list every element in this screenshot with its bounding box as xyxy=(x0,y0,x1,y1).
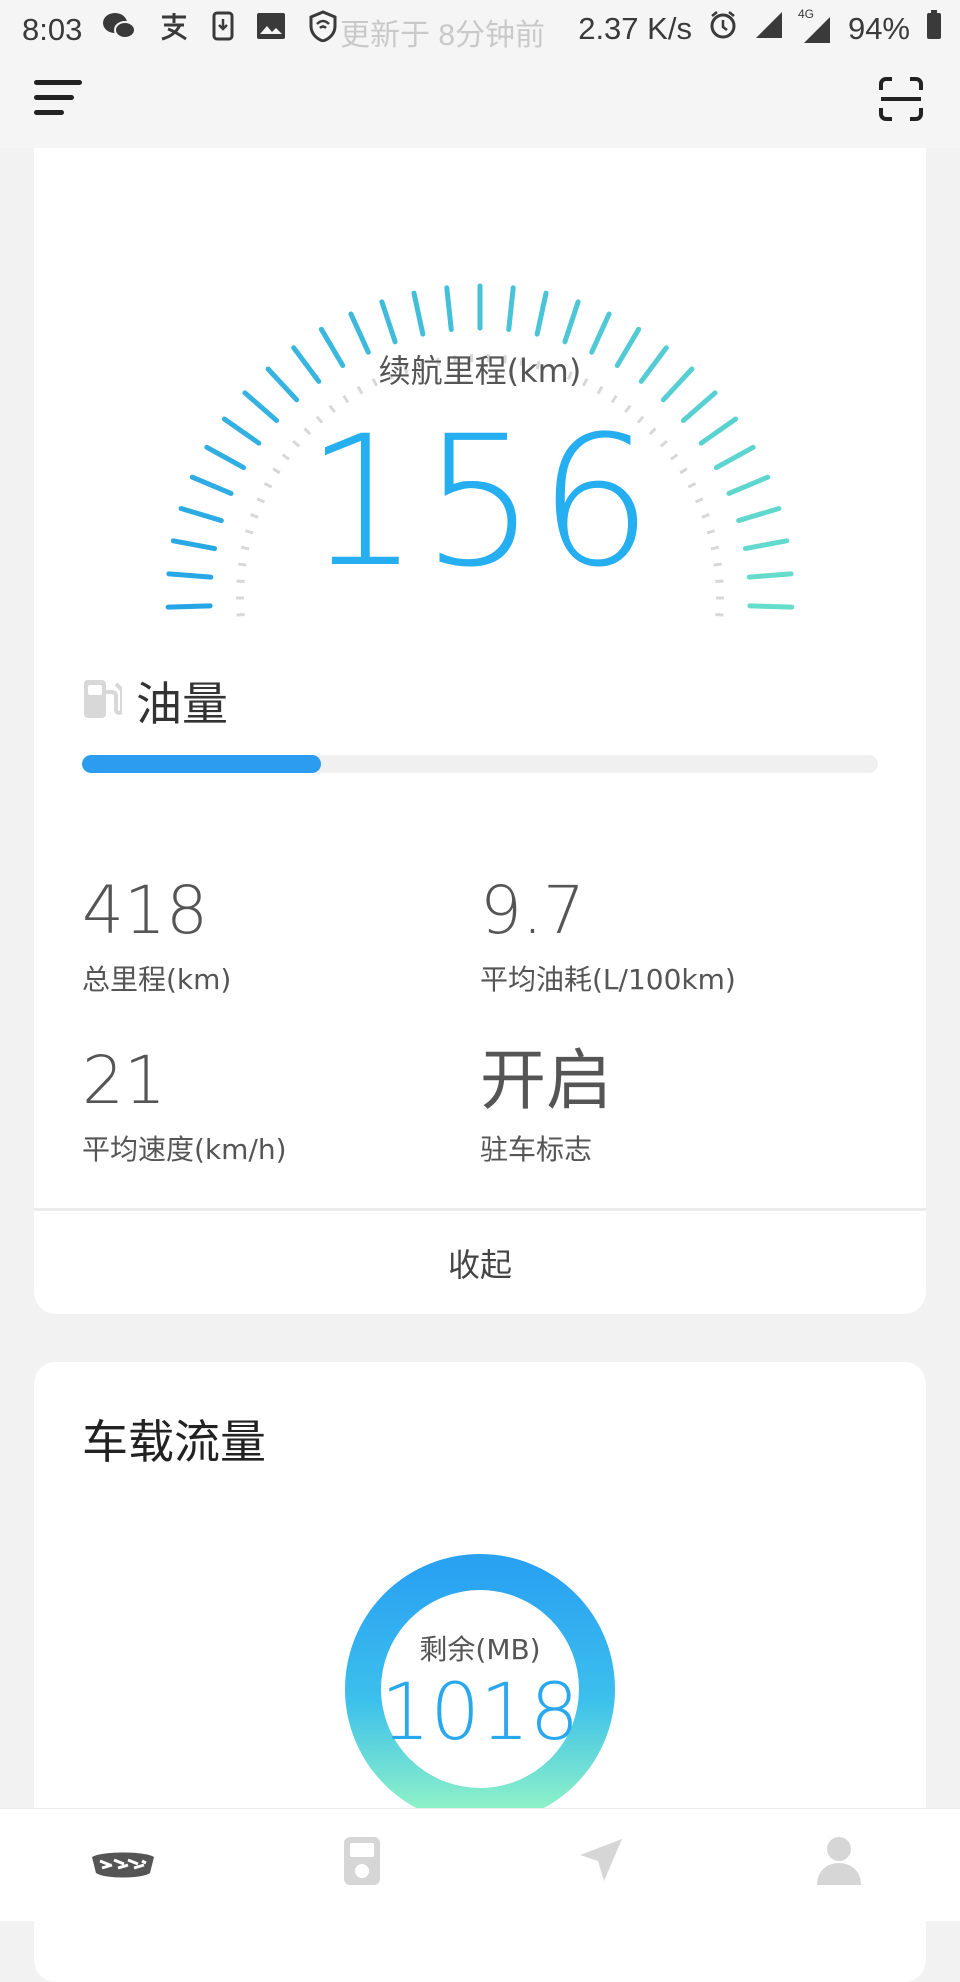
navigation-arrow-icon xyxy=(576,1835,626,1885)
alipay-icon xyxy=(158,11,190,49)
shield-wifi-icon xyxy=(308,10,338,50)
gauge-tick xyxy=(537,293,546,334)
download-icon xyxy=(212,11,234,49)
stat-avg-fuel: 9.7 平均油耗(L/100km) xyxy=(480,878,736,998)
signal-4g-icon: 4G xyxy=(800,13,832,45)
data-remaining-label: 剩余(MB) xyxy=(34,1628,926,1668)
update-notice: 更新于 8分钟前 xyxy=(340,10,545,54)
fuel-level-fill xyxy=(82,755,321,773)
image-icon xyxy=(256,12,286,48)
stat-label: 驻车标志 xyxy=(480,1128,612,1168)
alarm-icon xyxy=(708,10,738,48)
gauge-minor-tick xyxy=(237,614,245,615)
user-icon xyxy=(816,1835,862,1885)
range-label: 续航里程(km) xyxy=(34,346,926,392)
net-speed: 2.37 K/s xyxy=(578,11,692,47)
signal-icon xyxy=(754,10,784,48)
gauge-minor-tick xyxy=(715,614,723,615)
gauge-tick xyxy=(382,302,395,342)
stat-label: 平均速度(km/h) xyxy=(82,1128,287,1168)
battery-percent: 94% xyxy=(848,11,910,47)
gauge-tick xyxy=(414,293,423,334)
stat-label: 总里程(km) xyxy=(82,958,231,998)
battery-icon xyxy=(926,10,942,48)
status-time: 8:03 xyxy=(22,12,82,48)
nav-vehicle[interactable] xyxy=(342,1835,402,1895)
vehicle-status-card: 续航里程(km) 156 油量 418 总里程(km) 9.7 平均油耗(L/1… xyxy=(34,148,926,1314)
data-usage-title: 车载流量 xyxy=(82,1406,266,1472)
stat-avg-speed: 21 平均速度(km/h) xyxy=(82,1048,287,1168)
data-remaining-value: 1018 xyxy=(34,1668,926,1758)
status-bar: 8:03 更新于 8分钟前 2.37 K/s xyxy=(0,0,960,60)
bottom-nav xyxy=(0,1808,960,1921)
menu-button[interactable] xyxy=(34,78,82,118)
nav-home[interactable] xyxy=(88,1835,158,1895)
fuel-header: 油量 xyxy=(82,668,228,734)
stat-value: 418 xyxy=(82,878,231,944)
stat-value: 开启 xyxy=(480,1048,612,1114)
stat-parking-sign: 开启 驻车标志 xyxy=(480,1048,612,1168)
stat-value: 9.7 xyxy=(480,878,736,944)
geely-logo-icon xyxy=(88,1835,158,1895)
range-value: 156 xyxy=(34,398,926,607)
collapse-button[interactable]: 收起 xyxy=(34,1211,926,1314)
fuel-title: 油量 xyxy=(136,668,228,734)
wechat-icon xyxy=(102,11,136,49)
gauge-tick xyxy=(509,288,513,330)
stat-value: 21 xyxy=(82,1048,287,1114)
scan-icon xyxy=(878,76,924,122)
gauge-tick xyxy=(565,302,578,342)
app-header xyxy=(0,60,960,148)
nav-navigation[interactable] xyxy=(576,1835,636,1895)
scan-button[interactable] xyxy=(878,76,924,122)
fuel-pump-icon xyxy=(82,676,122,726)
remote-key-icon xyxy=(342,1835,382,1887)
network-type: 4G xyxy=(798,7,814,21)
stat-label: 平均油耗(L/100km) xyxy=(480,958,736,998)
fuel-level-bar xyxy=(82,755,878,773)
gauge-tick xyxy=(447,288,451,330)
stat-total-mileage: 418 总里程(km) xyxy=(82,878,231,998)
nav-profile[interactable] xyxy=(816,1835,876,1895)
